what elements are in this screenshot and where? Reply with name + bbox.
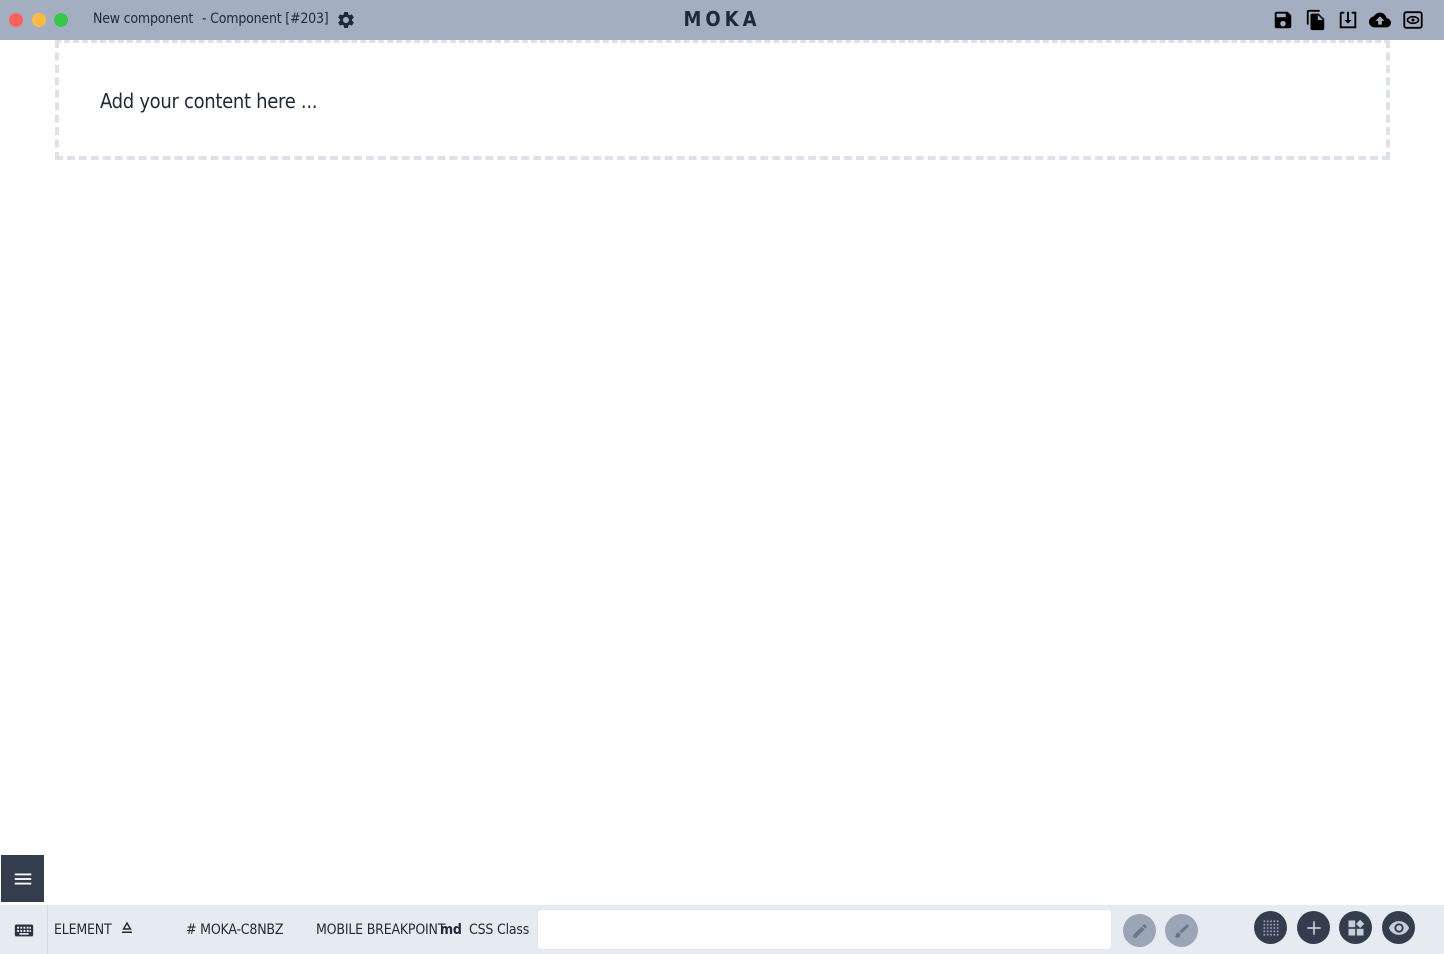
hamburger-icon xyxy=(14,873,31,884)
preview-button[interactable] xyxy=(1382,911,1415,944)
add-element-button[interactable] xyxy=(1297,911,1330,944)
pencil-icon xyxy=(1132,923,1147,938)
widgets-button[interactable] xyxy=(1339,911,1372,944)
eye-icon xyxy=(1388,920,1409,935)
component-subtitle: - Component [#203] xyxy=(202,11,329,27)
css-class-label: CSS Class xyxy=(469,922,530,938)
title-bar: New component - Component [#203] MOKA xyxy=(0,0,1444,40)
widgets-icon xyxy=(1348,919,1364,935)
edit-button[interactable] xyxy=(1123,914,1156,947)
css-class-input[interactable] xyxy=(537,909,1112,950)
minimize-window-button[interactable] xyxy=(32,13,46,27)
menu-button[interactable] xyxy=(1,855,44,902)
status-bar: ELEMENT # MOKA-C8NBZ MOBILE BREAKPOINT m… xyxy=(0,905,1444,954)
keyboard-shortcuts-button[interactable] xyxy=(0,905,48,954)
grid-toggle-button[interactable] xyxy=(1254,911,1287,944)
save-icon[interactable] xyxy=(1272,9,1294,31)
content-placeholder: Add your content here ... xyxy=(100,89,318,113)
keyboard-icon xyxy=(14,924,33,936)
content-drop-zone[interactable]: Add your content here ... xyxy=(55,40,1390,160)
breakpoint-value[interactable]: md xyxy=(440,922,462,938)
element-label: ELEMENT xyxy=(54,922,112,938)
style-button[interactable] xyxy=(1165,914,1198,947)
grid-icon xyxy=(1263,920,1278,935)
component-name[interactable]: New component xyxy=(93,11,193,27)
maximize-window-button[interactable] xyxy=(54,13,68,27)
cloud-upload-icon[interactable] xyxy=(1369,9,1391,31)
copy-icon[interactable] xyxy=(1305,9,1327,31)
brush-icon xyxy=(1174,923,1189,938)
plus-icon xyxy=(1306,920,1321,935)
preview-icon[interactable] xyxy=(1402,9,1424,31)
gear-icon[interactable] xyxy=(336,10,356,30)
element-id: # MOKA-C8NBZ xyxy=(186,922,284,938)
close-window-button[interactable] xyxy=(9,13,23,27)
select-parent-icon[interactable] xyxy=(121,920,133,934)
breakpoint-label: MOBILE BREAKPOINT xyxy=(316,922,446,938)
download-icon[interactable] xyxy=(1337,9,1359,31)
brand-logo: MOKA xyxy=(683,7,761,31)
